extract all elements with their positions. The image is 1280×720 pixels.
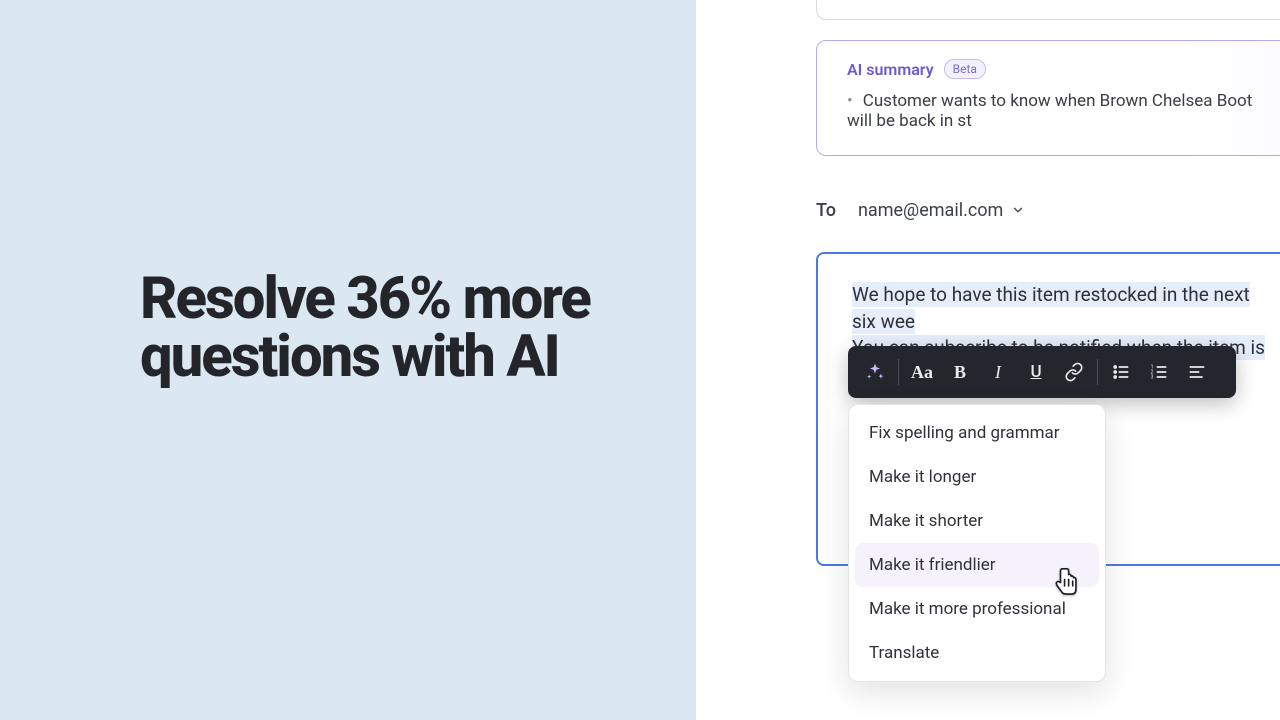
recipient-email: name@email.com (858, 200, 1003, 221)
link-button[interactable] (1055, 353, 1093, 391)
previous-message-card (816, 0, 1280, 20)
text-style-button[interactable]: Aa (903, 353, 941, 391)
beta-badge: Beta (944, 59, 986, 79)
bold-button[interactable]: B (941, 353, 979, 391)
ai-summary-title: AI summary (847, 60, 934, 79)
numbered-list-button[interactable]: 123 (1140, 353, 1178, 391)
recipient-dropdown[interactable]: name@email.com (858, 200, 1025, 221)
menu-item-make-shorter[interactable]: Make it shorter (855, 499, 1099, 543)
hero-headline: Resolve 36% more questions with AI (140, 270, 600, 386)
toolbar-separator (1097, 359, 1098, 385)
toolbar-separator (898, 359, 899, 385)
ai-summary-item: Customer wants to know when Brown Chelse… (847, 91, 1279, 131)
recipient-row: To name@email.com (816, 200, 1025, 221)
ai-assist-button[interactable] (856, 353, 894, 391)
hero-panel: Resolve 36% more questions with AI (0, 0, 640, 720)
svg-text:3: 3 (1151, 375, 1154, 381)
formatting-toolbar: Aa B I U 123 (848, 346, 1236, 398)
app-preview: AI summary Beta Customer wants to know w… (640, 0, 1280, 720)
menu-item-make-professional[interactable]: Make it more professional (855, 587, 1099, 631)
composer-line-1: We hope to have this item restocked in t… (852, 282, 1250, 334)
menu-item-make-friendlier[interactable]: Make it friendlier (855, 543, 1099, 587)
italic-button[interactable]: I (979, 353, 1017, 391)
chevron-down-icon (1011, 201, 1025, 222)
menu-item-fix-grammar[interactable]: Fix spelling and grammar (855, 411, 1099, 455)
bullet-list-button[interactable] (1102, 353, 1140, 391)
ai-summary-card: AI summary Beta Customer wants to know w… (816, 40, 1280, 156)
menu-item-make-longer[interactable]: Make it longer (855, 455, 1099, 499)
underline-button[interactable]: U (1017, 353, 1055, 391)
menu-item-translate[interactable]: Translate (855, 631, 1099, 675)
align-button[interactable] (1178, 353, 1216, 391)
ai-summary-list: Customer wants to know when Brown Chelse… (847, 91, 1279, 131)
ai-actions-menu: Fix spelling and grammar Make it longer … (848, 404, 1106, 682)
to-label: To (816, 200, 836, 221)
